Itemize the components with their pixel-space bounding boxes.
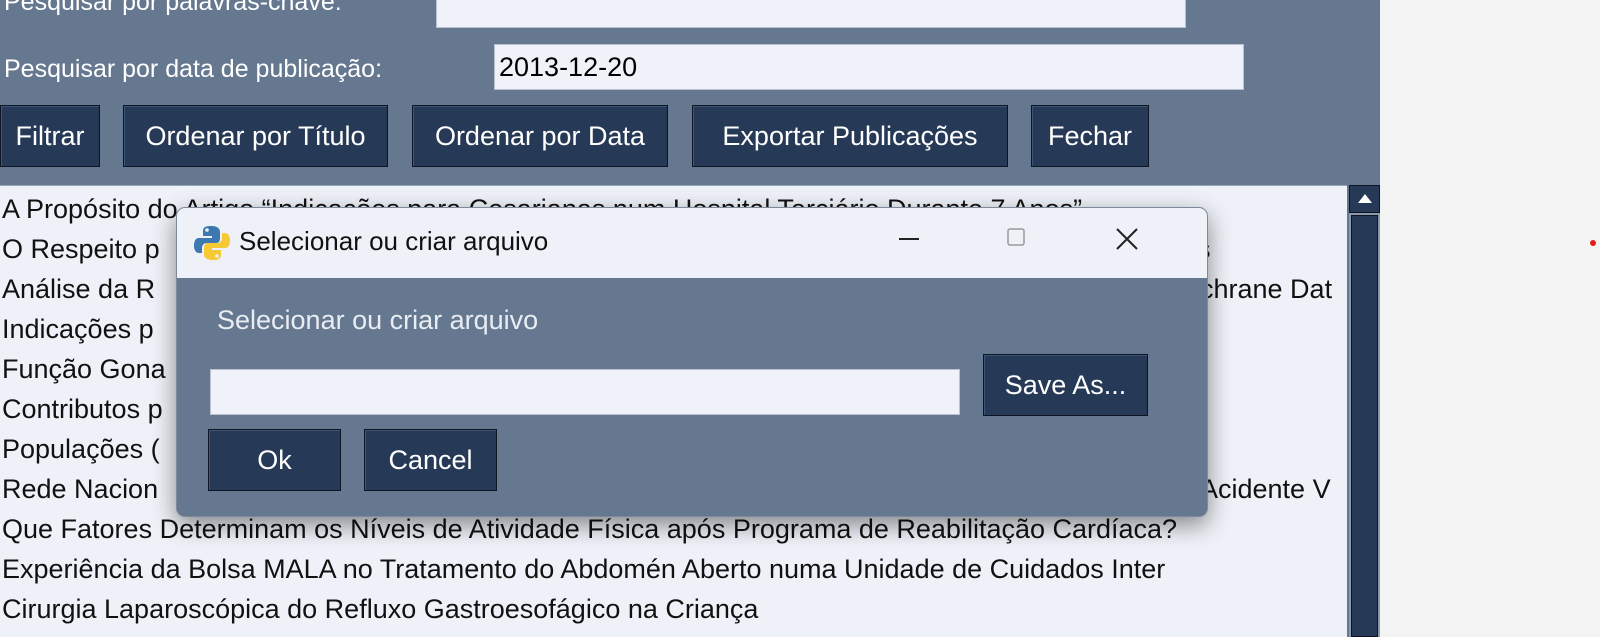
list-item-tail-text: Acidente V (1200, 474, 1331, 504)
sort-by-title-button[interactable]: Ordenar por Título (123, 105, 388, 167)
list-item[interactable]: Cirurgia Laparoscópica do Refluxo Gastro… (0, 589, 1347, 629)
list-item[interactable]: Experiência da Bolsa MALA no Tratamento … (0, 549, 1347, 589)
dialog-prompt: Selecionar ou criar arquivo (217, 305, 539, 335)
maximize-button[interactable] (967, 208, 1067, 270)
ok-button[interactable]: Ok (208, 429, 341, 491)
close-button[interactable]: Fechar (1031, 105, 1149, 167)
sort-by-date-button[interactable]: Ordenar por Data (412, 105, 668, 167)
minimize-icon (899, 238, 919, 240)
keywords-input[interactable] (436, 0, 1186, 28)
file-path-input[interactable] (210, 369, 960, 415)
list-item-tail-text: chrane Dat (1200, 274, 1333, 304)
date-input[interactable] (494, 44, 1244, 90)
keywords-label: Pesquisar por palavras-chave: (4, 0, 342, 16)
indicator-dot (1590, 240, 1596, 246)
python-icon (193, 224, 231, 267)
dialog-title: Selecionar ou criar arquivo (239, 226, 549, 256)
list-scrollbar[interactable] (1349, 185, 1380, 637)
file-dialog: Selecionar ou criar arquivo Selecionar o… (176, 207, 1208, 517)
maximize-icon (1007, 228, 1025, 246)
dialog-close-button[interactable] (1077, 208, 1177, 270)
export-publications-button[interactable]: Exportar Publicações (692, 105, 1008, 167)
date-label: Pesquisar por data de publicação: (4, 55, 383, 83)
cancel-button[interactable]: Cancel (364, 429, 497, 491)
close-icon (1116, 228, 1138, 250)
filter-button[interactable]: Filtrar (0, 105, 100, 167)
save-as-button[interactable]: Save As... (983, 354, 1148, 416)
scrollbar-thumb[interactable] (1351, 215, 1378, 637)
minimize-button[interactable] (859, 208, 959, 270)
scroll-up-arrow-icon[interactable] (1349, 185, 1380, 213)
dialog-titlebar[interactable]: Selecionar ou criar arquivo (177, 208, 1207, 278)
